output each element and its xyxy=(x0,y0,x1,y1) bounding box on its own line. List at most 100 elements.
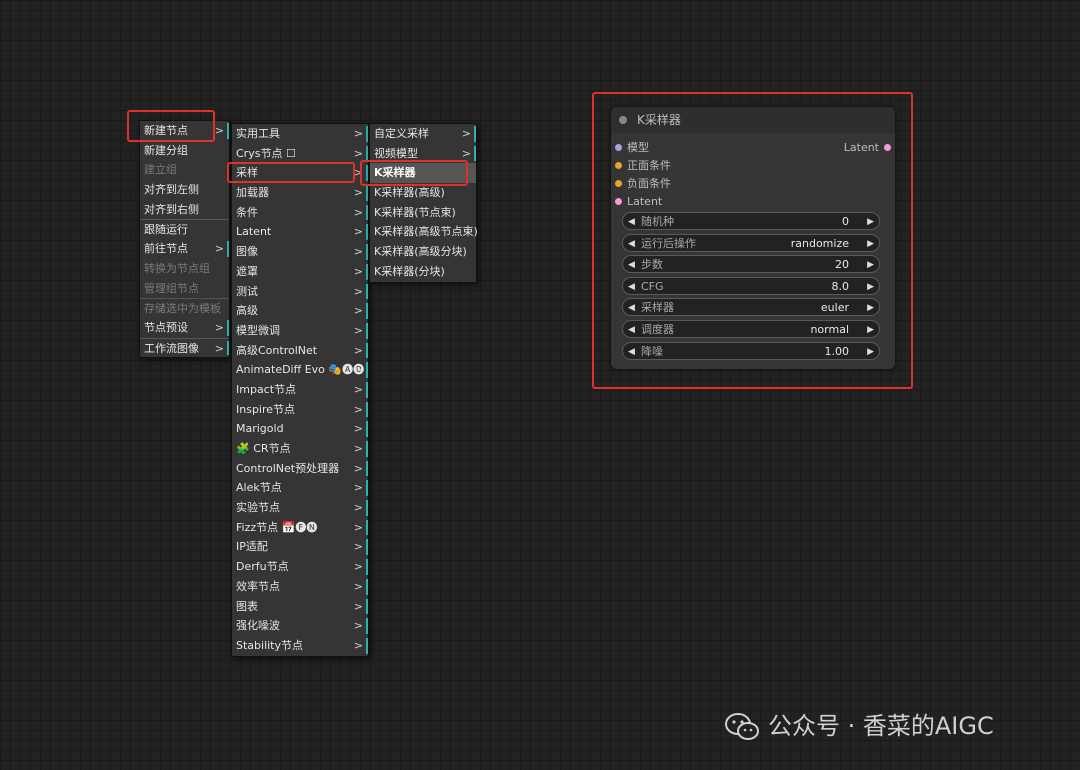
increment-arrow-icon[interactable]: ▶ xyxy=(867,213,874,231)
increment-arrow-icon[interactable]: ▶ xyxy=(867,321,874,339)
menu2-item[interactable]: Inspire节点 > xyxy=(232,400,368,420)
menu2-item[interactable]: 🧩 CR节点 > xyxy=(232,439,368,459)
menu1-item[interactable]: 跟随运行 xyxy=(140,219,229,239)
collapse-dot-icon[interactable] xyxy=(619,116,627,124)
increment-arrow-icon[interactable]: ▶ xyxy=(867,278,874,296)
widget-label: 随机种 xyxy=(641,215,674,228)
widget-label: 调度器 xyxy=(641,322,674,336)
menu2-item[interactable]: AnimateDiff Evo 🎭🅐🅓 > xyxy=(232,360,368,380)
menu2-item[interactable]: 实验节点 > xyxy=(232,498,368,518)
menu2-item[interactable]: Crys节点 ☐ > xyxy=(232,144,368,164)
menu1-item[interactable]: 对齐到右侧 xyxy=(140,200,229,220)
menu3-item[interactable]: 视频模型 > xyxy=(370,144,476,164)
menu2-item[interactable]: Alek节点 > xyxy=(232,478,368,498)
menu1-item-label: 转换为节点组 xyxy=(144,261,210,275)
node-widget[interactable]: ◀ 随机种 0 ▶ xyxy=(622,212,880,230)
node-widget[interactable]: ◀ 步数 20 ▶ xyxy=(622,255,880,274)
menu2-item[interactable]: ControlNet预处理器 > xyxy=(232,459,368,479)
menu2-item[interactable]: 加载器 > xyxy=(232,183,368,203)
menu2-item-label: 实验节点 xyxy=(236,501,280,515)
widget-value[interactable]: 1.00 xyxy=(825,343,850,361)
menu2-item[interactable]: Marigold > xyxy=(232,419,368,439)
menu1-item[interactable]: 对齐到左侧 xyxy=(140,180,229,200)
menu2-item-label: Derfu节点 xyxy=(236,560,289,574)
menu2-item-label: 🧩 CR节点 xyxy=(236,442,291,455)
input-slot[interactable]: Latent xyxy=(611,193,895,211)
menu2-item[interactable]: Fizz节点 📅🅕🅝 > xyxy=(232,518,368,538)
menu3-item[interactable]: K采样器(分块) xyxy=(370,262,476,282)
decrement-arrow-icon[interactable]: ◀ xyxy=(628,321,635,339)
decrement-arrow-icon[interactable]: ◀ xyxy=(628,256,635,274)
menu2-item[interactable]: 测试 > xyxy=(232,282,368,302)
menu1-item[interactable]: 新建节点 > xyxy=(140,121,229,141)
input-slot[interactable]: 正面条件 xyxy=(611,157,895,175)
menu2-item[interactable]: 高级ControlNet > xyxy=(232,341,368,361)
menu2-item[interactable]: 高级 > xyxy=(232,301,368,321)
widget-value[interactable]: randomize xyxy=(791,235,849,253)
node-widget[interactable]: ◀ 采样器 euler ▶ xyxy=(622,298,880,317)
menu3-item[interactable]: K采样器 xyxy=(370,163,476,184)
decrement-arrow-icon[interactable]: ◀ xyxy=(628,235,635,253)
menu2-item-label: 图像 xyxy=(236,245,258,259)
menu2-item[interactable]: 图表 > xyxy=(232,597,368,617)
node-widget[interactable]: ◀ 调度器 normal ▶ xyxy=(622,319,880,339)
widget-value[interactable]: normal xyxy=(810,321,849,339)
menu1-item[interactable]: 节点预设 > xyxy=(140,318,229,338)
ksampler-node[interactable]: K采样器 模型 Latent 正面条件 负面条件 Latent ◀ 随机种 0 ▶ ◀ 运行后操作… xyxy=(611,107,895,369)
input-pin-icon[interactable] xyxy=(615,144,622,151)
menu2-item[interactable]: 遮罩 > xyxy=(232,262,368,282)
decrement-arrow-icon[interactable]: ◀ xyxy=(628,278,635,296)
widget-value[interactable]: 8.0 xyxy=(832,278,850,296)
output-pin-icon[interactable] xyxy=(884,144,891,151)
menu2-item[interactable]: Stability节点 > xyxy=(232,636,368,656)
node-canvas[interactable]: 新建节点 > 新建分组 建立组 对齐到左侧 对齐到右侧 跟随运行 前往节点 > 转换为节点组 管理组… xyxy=(0,0,1080,770)
input-slot[interactable]: 负面条件 xyxy=(611,175,895,193)
submenu-indicator xyxy=(366,204,368,221)
submenu-indicator xyxy=(366,578,368,595)
increment-arrow-icon[interactable]: ▶ xyxy=(867,299,874,317)
menu2-item[interactable]: 效率节点 > xyxy=(232,577,368,597)
increment-arrow-icon[interactable]: ▶ xyxy=(867,343,874,361)
widget-value[interactable]: euler xyxy=(821,299,849,317)
menu3-item[interactable]: K采样器(节点束) xyxy=(370,203,476,223)
node-widget[interactable]: ◀ 运行后操作 randomize ▶ xyxy=(622,233,880,253)
increment-arrow-icon[interactable]: ▶ xyxy=(867,256,874,274)
menu2-item[interactable]: Impact节点 > xyxy=(232,380,368,400)
node-widget[interactable]: ◀ 降噪 1.00 ▶ xyxy=(622,341,880,361)
menu1-item[interactable]: 新建分组 xyxy=(140,141,229,161)
chevron-right-icon: > xyxy=(214,124,224,137)
menu2-item[interactable]: 强化噪波 > xyxy=(232,616,368,636)
menu1-item[interactable]: 前往节点 > xyxy=(140,239,229,259)
submenu-indicator xyxy=(366,637,368,654)
menu2-item-label: AnimateDiff Evo 🎭🅐🅓 xyxy=(236,363,365,377)
menu2-item[interactable]: 图像 > xyxy=(232,242,368,262)
menu2-item[interactable]: 模型微调 > xyxy=(232,321,368,341)
menu3-item[interactable]: K采样器(高级) xyxy=(370,183,476,203)
menu3-item[interactable]: K采样器(高级节点束) xyxy=(370,222,478,242)
menu2-item[interactable]: 条件 > xyxy=(232,203,368,223)
decrement-arrow-icon[interactable]: ◀ xyxy=(628,299,635,317)
chevron-right-icon: > xyxy=(353,501,363,515)
decrement-arrow-icon[interactable]: ◀ xyxy=(628,213,635,231)
submenu-indicator xyxy=(366,539,368,556)
input-pin-icon[interactable] xyxy=(615,162,622,169)
increment-arrow-icon[interactable]: ▶ xyxy=(867,235,874,253)
menu1-item[interactable]: 工作流图像 > xyxy=(140,337,229,358)
input-slot[interactable]: 模型 Latent xyxy=(611,139,895,157)
menu2-item[interactable]: 实用工具 > xyxy=(232,124,368,144)
menu2-item[interactable]: 采样 > xyxy=(232,163,368,183)
menu1-item: 转换为节点组 xyxy=(140,259,229,279)
menu2-item[interactable]: IP适配 > xyxy=(232,537,368,557)
decrement-arrow-icon[interactable]: ◀ xyxy=(628,343,635,361)
node-widget[interactable]: ◀ CFG 8.0 ▶ xyxy=(622,276,880,296)
node-title[interactable]: K采样器 xyxy=(611,107,895,133)
input-pin-icon[interactable] xyxy=(615,180,622,187)
menu2-item[interactable]: Derfu节点 > xyxy=(232,557,368,577)
menu3-item[interactable]: K采样器(高级分块) xyxy=(370,242,476,262)
menu3-item[interactable]: 自定义采样 > xyxy=(370,124,476,144)
menu2-item-label: Marigold xyxy=(236,422,284,436)
input-pin-icon[interactable] xyxy=(615,198,622,205)
menu2-item[interactable]: Latent > xyxy=(232,222,368,242)
widget-value[interactable]: 0 xyxy=(842,213,849,231)
widget-value[interactable]: 20 xyxy=(835,256,849,274)
